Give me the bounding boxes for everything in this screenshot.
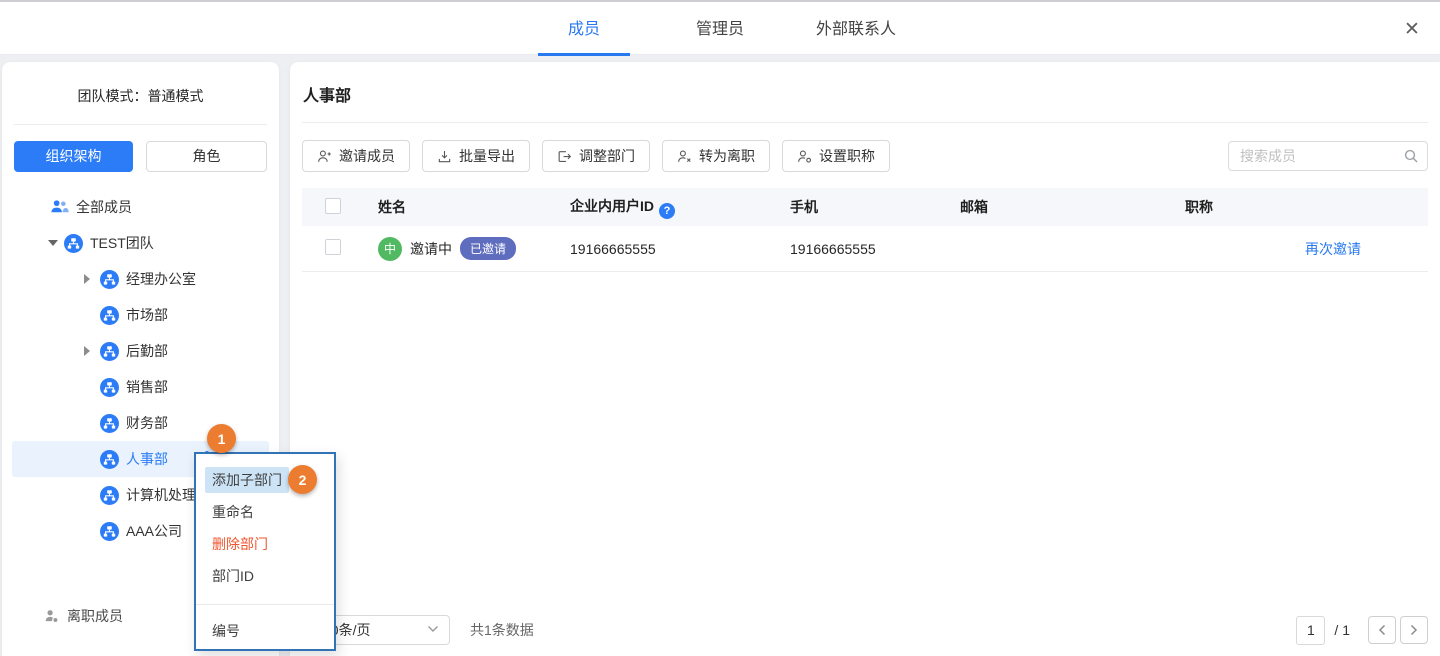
tree-item-label: TEST团队 xyxy=(90,233,154,253)
role-button[interactable]: 角色 xyxy=(146,141,267,172)
department-icon xyxy=(100,378,119,397)
button-label: 设置职称 xyxy=(819,146,875,166)
org-structure-button[interactable]: 组织架构 xyxy=(14,141,133,172)
department-icon xyxy=(100,486,119,505)
user-title-icon xyxy=(797,149,812,164)
table-row: 中 邀请中 已邀请 19166665555 19166665555 再次邀请 xyxy=(302,226,1428,272)
row-checkbox[interactable] xyxy=(325,239,341,255)
department-icon xyxy=(100,522,119,541)
department-icon xyxy=(100,270,119,289)
pagination: 1 / 1 xyxy=(1296,616,1428,645)
tree-item-label: AAA公司 xyxy=(126,521,182,541)
tree-item-manager-office[interactable]: 经理办公室 xyxy=(12,261,269,297)
menu-item-delete-department[interactable]: 删除部门 xyxy=(196,528,334,560)
member-action-cell: 再次邀请 xyxy=(1165,239,1428,259)
department-icon xyxy=(100,414,119,433)
member-user-id: 19166665555 xyxy=(550,241,770,257)
tree-item-label: 人事部 xyxy=(126,449,168,469)
tree-item-marketing-dept[interactable]: 市场部 xyxy=(12,297,269,333)
menu-item-label: 添加子部门 xyxy=(205,467,289,493)
caret-right-icon[interactable] xyxy=(84,274,100,284)
column-email: 邮箱 xyxy=(940,197,1165,217)
set-resigned-button[interactable]: 转为离职 xyxy=(662,140,770,172)
button-label: 转为离职 xyxy=(699,146,755,166)
table-header-row: 姓名 企业内用户ID? 手机 邮箱 职称 xyxy=(302,188,1428,226)
search-input[interactable] xyxy=(1228,141,1428,171)
caret-right-icon[interactable] xyxy=(84,346,100,356)
menu-item-number[interactable]: 编号 xyxy=(196,615,334,647)
members-group-icon xyxy=(50,198,69,217)
tree-item-label: 销售部 xyxy=(126,377,168,397)
tab-admins[interactable]: 管理员 xyxy=(696,4,744,56)
next-page-button[interactable] xyxy=(1400,616,1428,644)
status-badge: 已邀请 xyxy=(460,237,516,260)
total-count-label: 共1条数据 xyxy=(470,620,534,640)
member-name: 邀请中 xyxy=(410,239,452,259)
adjust-department-button[interactable]: 调整部门 xyxy=(542,140,650,172)
prev-page-button[interactable] xyxy=(1368,616,1396,644)
resigned-member-icon xyxy=(44,609,59,623)
user-resign-icon xyxy=(677,149,692,164)
page-title: 人事部 xyxy=(290,62,1440,106)
tree-item-sales-dept[interactable]: 销售部 xyxy=(12,369,269,405)
tree-item-label: 市场部 xyxy=(126,305,168,325)
transfer-department-icon xyxy=(557,149,572,164)
menu-divider xyxy=(196,604,334,605)
department-icon xyxy=(100,342,119,361)
button-label: 批量导出 xyxy=(459,146,515,166)
help-icon[interactable]: ? xyxy=(659,203,675,219)
menu-item-rename[interactable]: 重命名 xyxy=(196,496,334,528)
tree-item-label: 全部成员 xyxy=(76,197,132,217)
team-mode-label: 团队模式：普通模式 xyxy=(2,62,279,124)
tab-members[interactable]: 成员 xyxy=(568,4,600,56)
member-name-cell: 中 邀请中 已邀请 xyxy=(358,237,550,261)
tree-item-label: 经理办公室 xyxy=(126,269,196,289)
button-label: 调整部门 xyxy=(579,146,635,166)
invite-member-button[interactable]: 邀请成员 xyxy=(302,140,410,172)
search-icon[interactable] xyxy=(1403,148,1419,164)
current-page-box[interactable]: 1 xyxy=(1296,616,1325,645)
reinvite-link[interactable]: 再次邀请 xyxy=(1305,239,1361,259)
member-management-dialog: 成员 管理员 外部联系人 ✕ 团队模式：普通模式 组织架构 角色 全部成员 xyxy=(0,0,1440,656)
column-job-title: 职称 xyxy=(1165,197,1428,217)
annotation-step-2-badge: 2 xyxy=(288,465,317,494)
button-label: 邀请成员 xyxy=(339,146,395,166)
tree-item-test-team[interactable]: TEST团队 xyxy=(12,225,269,261)
department-icon xyxy=(100,450,119,469)
member-panel: 人事部 邀请成员 批量导出 调整部门 xyxy=(290,62,1440,656)
menu-item-department-id[interactable]: 部门ID xyxy=(196,560,334,592)
column-name: 姓名 xyxy=(358,197,550,217)
resigned-members-label: 离职成员 xyxy=(67,606,123,626)
department-icon xyxy=(64,234,83,253)
set-job-title-button[interactable]: 设置职称 xyxy=(782,140,890,172)
tree-item-label: 财务部 xyxy=(126,413,168,433)
members-table: 姓名 企业内用户ID? 手机 邮箱 职称 中 邀请中 已邀请 191666655… xyxy=(302,188,1428,272)
tree-item-label: 后勤部 xyxy=(126,341,168,361)
annotation-step-1-badge: 1 xyxy=(207,424,236,453)
member-phone: 19166665555 xyxy=(770,241,940,257)
avatar: 中 xyxy=(378,237,402,261)
user-add-icon xyxy=(317,149,332,164)
top-tab-bar: 成员 管理员 外部联系人 ✕ xyxy=(0,0,1440,55)
chevron-down-icon xyxy=(427,625,439,633)
department-icon xyxy=(100,306,119,325)
table-footer: 10条/页 共1条数据 1 / 1 xyxy=(302,615,1428,645)
resigned-members-item[interactable]: 离职成员 xyxy=(44,606,123,626)
caret-down-icon[interactable] xyxy=(48,240,64,246)
tree-item-all-members[interactable]: 全部成员 xyxy=(12,189,269,225)
column-phone: 手机 xyxy=(770,197,940,217)
close-icon[interactable]: ✕ xyxy=(1400,18,1424,42)
title-divider xyxy=(302,122,1428,123)
sidebar-divider xyxy=(14,124,267,125)
export-icon xyxy=(437,149,452,164)
column-user-id: 企业内用户ID? xyxy=(550,196,770,219)
page-total-label: / 1 xyxy=(1334,622,1350,638)
member-toolbar: 邀请成员 批量导出 调整部门 转为离职 xyxy=(302,140,1428,172)
select-all-checkbox[interactable] xyxy=(325,198,341,214)
tab-external-contacts[interactable]: 外部联系人 xyxy=(816,4,896,56)
tree-item-logistics-dept[interactable]: 后勤部 xyxy=(12,333,269,369)
batch-export-button[interactable]: 批量导出 xyxy=(422,140,530,172)
